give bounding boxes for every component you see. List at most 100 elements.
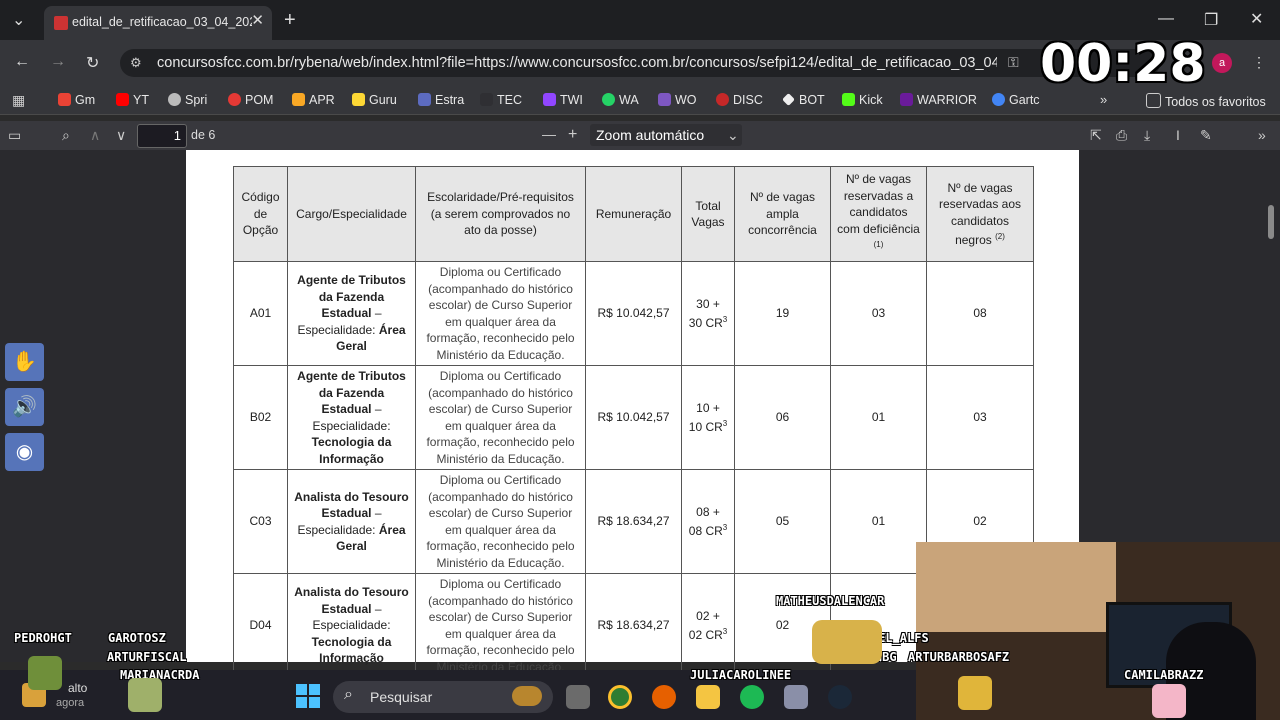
bookmark-gartc[interactable]: Gartc — [992, 93, 1040, 107]
bookmark-tec[interactable]: TEC — [480, 93, 522, 107]
sign-language-button[interactable]: ✋ — [5, 343, 44, 381]
bookmark-bot[interactable]: BOT — [782, 93, 825, 107]
restore-icon[interactable]: ❐ — [1204, 10, 1218, 30]
cell-code: C03 — [233, 469, 288, 574]
globe-icon — [168, 93, 181, 106]
tab-search-icon[interactable]: ⌄ — [12, 10, 25, 30]
cell-escolaridade: Diploma ou Certificado (acompanhado do h… — [415, 573, 586, 678]
chevron-down-icon[interactable]: ⌄ — [727, 127, 739, 144]
tools-expand-icon[interactable]: » — [1258, 127, 1266, 143]
cell-cargo: Analista do Tesouro Estadual – Especiali… — [287, 573, 416, 678]
cell-escolaridade: Diploma ou Certificado (acompanhado do h… — [415, 469, 586, 574]
file-explorer-icon[interactable] — [696, 685, 720, 709]
viewer-nick: ARTURBARBOSAFZ — [908, 650, 1010, 664]
google-icon — [992, 93, 1005, 106]
col-ampla: Nº de vagas ampla concorrência — [734, 166, 831, 262]
bookmark-estra[interactable]: Estra — [418, 93, 464, 107]
sidebar-toggle-icon[interactable]: ▭ — [8, 127, 21, 144]
find-icon[interactable]: ⌕ — [62, 127, 70, 144]
bookmark-wa[interactable]: WA — [602, 93, 639, 107]
apps-grid-icon[interactable]: ▦ — [12, 92, 25, 109]
tab-active[interactable]: edital_de_retificacao_03_04_202 ✕ — [44, 6, 272, 40]
tab-close-icon[interactable]: ✕ — [251, 11, 264, 29]
menu-kebab-icon[interactable]: ⋮ — [1252, 54, 1266, 71]
cell-code: A01 — [233, 261, 288, 366]
print-icon[interactable]: ⎙ — [1116, 127, 1127, 144]
windows-start-icon[interactable] — [296, 684, 320, 708]
estrategia-icon — [418, 93, 431, 106]
zoom-out-icon[interactable]: — — [542, 126, 556, 142]
pixel-avatar — [28, 656, 62, 690]
cell-remuneracao: R$ 18.634,27 — [585, 573, 682, 678]
all-bookmarks[interactable]: Todos os favoritos — [1146, 93, 1266, 109]
bookmark-spri[interactable]: Spri — [168, 93, 207, 107]
cell-escolaridade: Diploma ou Certificado (acompanhado do h… — [415, 261, 586, 366]
scrollbar-thumb[interactable] — [1268, 205, 1274, 239]
zoom-in-icon[interactable]: + — [568, 126, 577, 144]
bookmark-warrior[interactable]: WARRIOR — [900, 93, 977, 107]
firefox-icon[interactable] — [652, 685, 676, 709]
previous-page-icon[interactable]: ∧ — [90, 127, 100, 144]
bookmark-kick[interactable]: Kick — [842, 93, 883, 107]
col-cargo: Cargo/Especialidade — [287, 166, 416, 262]
tec-icon — [480, 93, 493, 106]
next-page-icon[interactable]: ∨ — [116, 127, 126, 144]
apr-icon — [292, 93, 305, 106]
url-text[interactable]: concursosfcc.com.br/rybena/web/index.htm… — [157, 55, 997, 71]
text-cursor-icon[interactable]: I — [1176, 127, 1180, 143]
stream-timer: 00:28 — [1040, 34, 1206, 94]
table-header-row: Código de Opção Cargo/Especialidade Esco… — [233, 166, 1034, 262]
search-placeholder: Pesquisar — [370, 689, 433, 705]
col-codigo: Código de Opção — [233, 166, 288, 262]
bookmark-twi[interactable]: TWI — [543, 93, 583, 107]
back-icon[interactable]: ← — [14, 53, 30, 71]
more-bookmarks-icon[interactable]: » — [1100, 92, 1107, 107]
gmail-icon — [58, 93, 71, 106]
cell-code: D04 — [233, 573, 288, 678]
bookmark-gm[interactable]: Gm — [58, 93, 95, 107]
new-tab-icon[interactable]: + — [284, 9, 296, 32]
viewer-nick: GAROTOSZ — [108, 631, 166, 645]
bookmark-apr[interactable]: APR — [292, 93, 335, 107]
cell-remuneracao: R$ 10.042,57 — [585, 261, 682, 366]
window-close-icon[interactable]: ✕ — [1250, 9, 1263, 29]
cell-total: 10 + 10 CR3 — [681, 365, 735, 470]
cell-deficiencia: 01 — [830, 365, 927, 470]
open-external-icon[interactable]: ⇱ — [1090, 127, 1102, 144]
draw-pencil-icon[interactable]: ✎ — [1200, 127, 1212, 144]
bookmark-yt[interactable]: YT — [116, 93, 149, 107]
save-icon[interactable]: ⤓ — [1144, 127, 1150, 144]
voice-button[interactable]: 🔊 — [5, 388, 44, 426]
bookmark-guru[interactable]: Guru — [352, 93, 397, 107]
wo-icon — [658, 93, 671, 106]
bot-icon — [782, 93, 795, 106]
page-number-value: 1 — [173, 128, 181, 143]
bookmark-pom[interactable]: POM — [228, 93, 273, 107]
viewer-nick: PEDROHGT — [14, 631, 72, 645]
app-icon[interactable] — [784, 685, 808, 709]
page-total: de 6 — [191, 128, 216, 142]
forward-icon[interactable]: → — [50, 53, 66, 71]
cell-remuneracao: R$ 10.042,57 — [585, 365, 682, 470]
cell-total: 08 + 08 CR3 — [681, 469, 735, 574]
steam-icon[interactable] — [828, 685, 852, 709]
search-highlight-icon — [512, 686, 542, 706]
bookshelf — [916, 542, 1116, 632]
cell-cargo: Agente de Tributos da Fazenda Estadual –… — [287, 261, 416, 366]
avatar[interactable]: a — [1212, 53, 1232, 73]
password-key-icon[interactable]: ⚿ — [1008, 54, 1019, 71]
cell-escolaridade: Diploma ou Certificado (acompanhado do h… — [415, 365, 586, 470]
bookmark-wo[interactable]: WO — [658, 93, 697, 107]
col-escolaridade: Escolaridade/Pré-requisitos (a serem com… — [415, 166, 586, 262]
minimize-icon[interactable]: — — [1158, 10, 1174, 28]
reload-icon[interactable]: ↻ — [86, 53, 99, 73]
search-icon: ⌕ — [344, 686, 353, 703]
chrome-icon[interactable] — [608, 685, 632, 709]
spotify-icon[interactable] — [740, 685, 764, 709]
task-view-icon[interactable] — [566, 685, 590, 709]
pdf-favicon-icon — [54, 16, 68, 30]
notification-line2: agora — [56, 697, 85, 709]
contrast-button[interactable]: ◉ — [5, 433, 44, 471]
bookmark-disc[interactable]: DISC — [716, 93, 763, 107]
site-info-icon[interactable]: ⚙ — [130, 55, 142, 71]
